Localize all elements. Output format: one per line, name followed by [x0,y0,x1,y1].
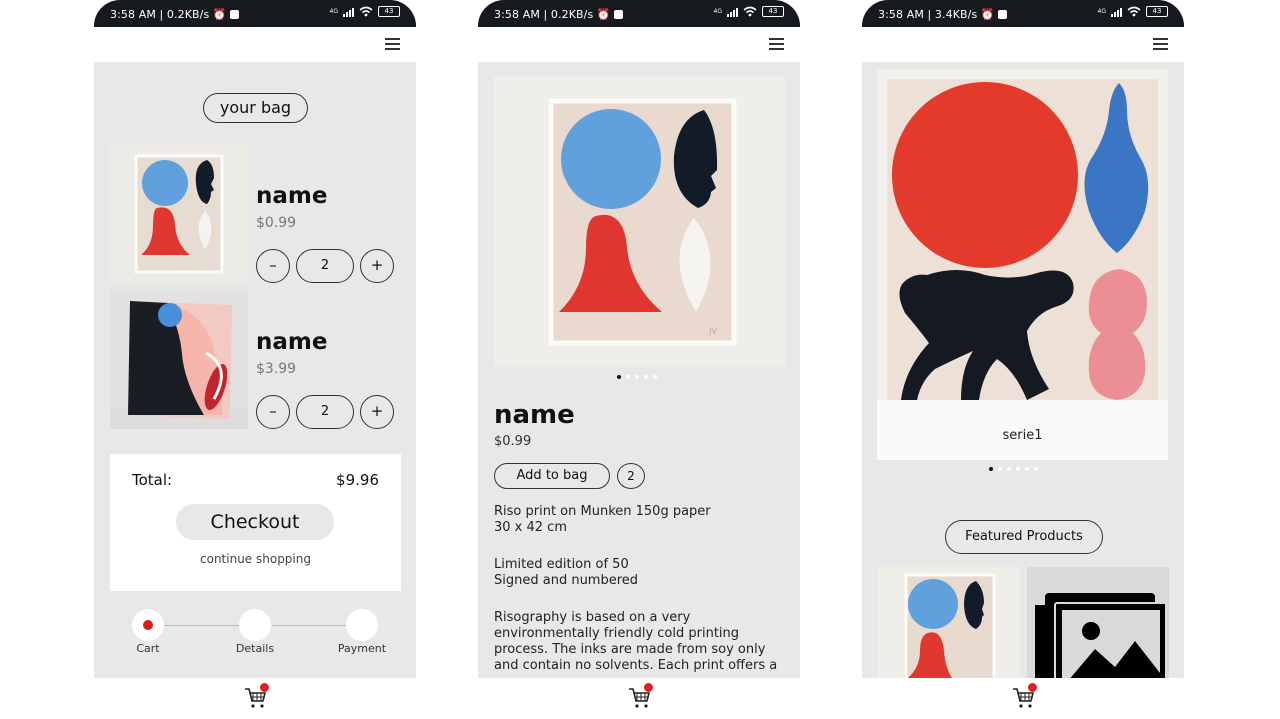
product-price: $0.99 [494,434,532,449]
featured-products-button[interactable]: Featured Products [945,520,1103,554]
step-connector [272,625,346,626]
product-description: Riso print on Munken 150g paper 30 x 42 … [494,504,711,535]
total-value: $9.96 [336,471,379,489]
series-carousel-card[interactable]: serie1 [877,69,1168,460]
step-label: Payment [337,642,387,655]
product-name: name [494,400,575,430]
network-type: 4G [1097,8,1106,15]
signal-icon [343,6,354,17]
continue-shopping-link[interactable]: continue shopping [110,552,401,566]
add-to-bag-button[interactable]: Add to bag [494,463,610,489]
signal-icon [727,6,738,17]
decrease-qty-button[interactable]: – [256,395,290,429]
network-type: 4G [329,8,338,15]
alarm-icon: ⏰ [980,8,995,21]
bottom-nav [94,678,416,719]
bag-title: your bag [203,93,308,123]
status-bar: 3:58 AM | 3.4KB/s ⏰ 4G 43 [862,0,1184,27]
bottom-nav [862,678,1184,719]
alarm-icon: ⏰ [212,8,227,21]
quantity-field[interactable]: 2 [296,395,354,429]
cart-item-image[interactable] [110,291,248,429]
status-time: 3:58 AM | 3.4KB/s ⏰ [878,8,1007,21]
battery-icon: 43 [762,6,784,17]
featured-product-thumbnail[interactable] [878,567,1020,678]
notification-icon [613,10,623,19]
cart-item-price: $3.99 [256,361,297,377]
cart-badge [260,683,269,692]
featured-product-thumbnail[interactable] [1027,567,1169,678]
hamburger-menu-icon[interactable] [1153,38,1168,50]
product-content: JV name $0.99 Add to bag 2 Riso print on… [478,62,800,678]
step-label: Cart [136,642,160,655]
app-bar [862,27,1184,62]
notification-icon [229,10,239,19]
app-bar [94,27,416,62]
carousel-caption: serie1 [1002,428,1043,443]
status-bar: 3:58 AM | 0.2KB/s ⏰ 4G 43 [478,0,800,27]
bag-count-badge: 2 [617,463,645,489]
wifi-icon [1127,6,1141,17]
step-connector [164,625,240,626]
increase-qty-button[interactable]: + [360,249,394,283]
checkout-button[interactable]: Checkout [176,504,334,540]
app-bar [478,27,800,62]
carousel-caption-bar: serie1 [877,400,1168,460]
series-image [877,69,1168,400]
active-step-indicator [143,620,153,630]
cart-item-name: name [256,183,328,209]
battery-icon: 43 [378,6,400,17]
step-details[interactable] [239,609,271,641]
total-label: Total: [132,471,173,489]
quantity-field[interactable]: 2 [296,249,354,283]
svg-text:JV: JV [708,327,717,336]
step-payment[interactable] [346,609,378,641]
network-type: 4G [713,8,722,15]
status-time: 3:58 AM | 0.2KB/s ⏰ [110,8,239,21]
product-image[interactable]: JV [494,76,785,367]
wifi-icon [743,6,757,17]
hamburger-menu-icon[interactable] [385,38,400,50]
wifi-icon [359,6,373,17]
product-description: Limited edition of 50 Signed and numbere… [494,557,639,588]
signal-icon [1111,6,1122,17]
battery-icon: 43 [1146,6,1168,17]
step-label: Details [235,642,275,655]
bottom-nav [478,678,800,719]
carousel-dots[interactable] [617,375,657,379]
cart-item-price: $0.99 [256,215,297,231]
alarm-icon: ⏰ [596,8,611,21]
order-summary: Total: $9.96 Checkout continue shopping [110,454,401,591]
increase-qty-button[interactable]: + [360,395,394,429]
notification-icon [997,10,1007,19]
decrease-qty-button[interactable]: – [256,249,290,283]
step-cart[interactable] [132,609,164,641]
cart-screen: 3:58 AM | 0.2KB/s ⏰ 4G 43 your bag name … [94,0,416,719]
cart-badge [644,683,653,692]
product-description: Risography is based on a very environmen… [494,610,778,673]
carousel-dots[interactable] [989,467,1038,471]
cart-item-name: name [256,329,328,355]
product-screen: 3:58 AM | 0.2KB/s ⏰ 4G 43 JV name $0.99 … [478,0,800,719]
status-time: 3:58 AM | 0.2KB/s ⏰ [494,8,623,21]
image-placeholder-icon [1035,593,1165,678]
home-content: serie1 Featured Products [862,62,1184,678]
home-screen: 3:58 AM | 3.4KB/s ⏰ 4G 43 serie1 Feature… [862,0,1184,719]
cart-badge [1028,683,1037,692]
status-bar: 3:58 AM | 0.2KB/s ⏰ 4G 43 [94,0,416,27]
cart-content: your bag name $0.99 – 2 + name $3.99 – 2… [94,62,416,678]
hamburger-menu-icon[interactable] [769,38,784,50]
cart-item-image[interactable] [110,144,248,282]
